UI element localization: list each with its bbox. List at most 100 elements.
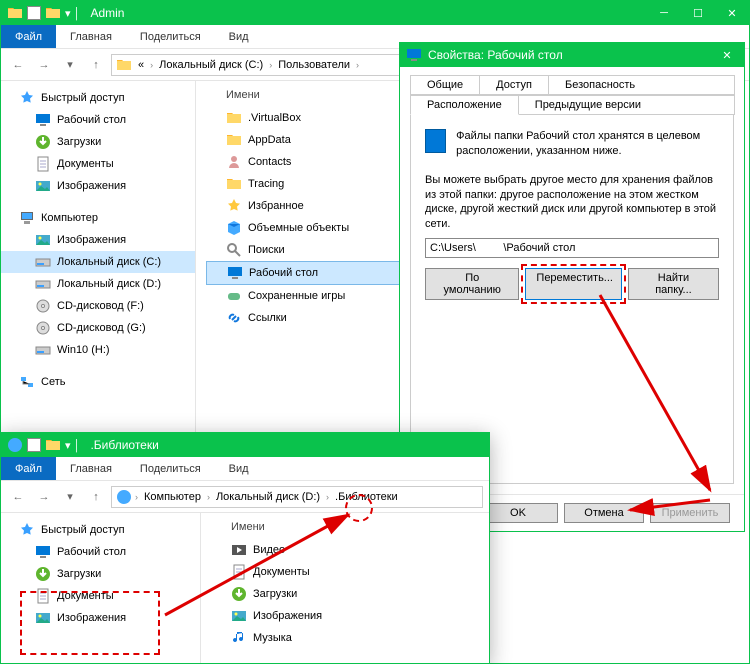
close-button[interactable]: ✕ (710, 43, 744, 67)
label: Tracing (248, 178, 284, 190)
ribbon-tab-share[interactable]: Поделиться (126, 457, 215, 480)
label: Рабочий стол (249, 267, 318, 279)
chevron-right-icon[interactable]: › (356, 60, 359, 70)
sidebar-item-drive-h[interactable]: Win10 (H:) (1, 339, 195, 361)
qat-checkbox-icon[interactable]: ✓ (27, 438, 41, 452)
folder-item[interactable]: Документы (211, 561, 479, 583)
chevron-right-icon[interactable]: › (150, 60, 153, 70)
nav-history-button[interactable]: ▾ (59, 54, 81, 76)
ribbon-tab-home[interactable]: Главная (56, 25, 126, 48)
tab-security[interactable]: Безопасность (548, 75, 735, 95)
desktop-icon (35, 544, 51, 560)
nav-up-button[interactable]: ↑ (85, 486, 107, 508)
qat-folder-icon[interactable] (45, 437, 61, 453)
ribbon-tab-view[interactable]: Вид (215, 457, 263, 480)
sidebar-item-pictures[interactable]: Изображения (1, 607, 200, 629)
drive-icon (35, 276, 51, 292)
folder-item[interactable]: Видео (211, 539, 479, 561)
cancel-button[interactable]: Отмена (564, 503, 644, 523)
label: Win10 (H:) (57, 344, 110, 356)
desktop-large-icon (425, 129, 446, 153)
sidebar-network[interactable]: Сеть (1, 371, 195, 393)
sidebar-item-desktop[interactable]: Рабочий стол (1, 541, 200, 563)
chevron-right-icon[interactable]: › (135, 492, 138, 502)
sidebar-item-downloads[interactable]: Загрузки (1, 131, 195, 153)
nav-history-button[interactable]: ▾ (59, 486, 81, 508)
chevron-right-icon[interactable]: › (269, 60, 272, 70)
address-bar[interactable]: › Компьютер › Локальный диск (D:) › .Биб… (111, 486, 483, 508)
folder-item[interactable]: Изображения (211, 605, 479, 627)
crumb[interactable]: « (135, 57, 147, 73)
qat-checkbox-icon[interactable]: ✓ (27, 6, 41, 20)
crumb[interactable]: Пользователи (275, 57, 353, 73)
location-description-1: Файлы папки Рабочий стол хранятся в целе… (456, 129, 719, 159)
ribbon-tab-file[interactable]: Файл (1, 25, 56, 48)
find-folder-button[interactable]: Найти папку... (628, 268, 719, 300)
tab-prev-versions[interactable]: Предыдущие версии (518, 95, 735, 115)
sidebar-item-documents[interactable]: Документы (1, 153, 195, 175)
restore-default-button[interactable]: По умолчанию (425, 268, 519, 300)
dialog-title: Свойства: Рабочий стол (428, 48, 563, 62)
sidebar-item-cd-f[interactable]: CD-дисковод (F:) (1, 295, 195, 317)
folder-item[interactable]: Загрузки (211, 583, 479, 605)
maximize-button[interactable]: ☐ (681, 1, 715, 25)
nav-back-button[interactable]: ← (7, 486, 29, 508)
crumb[interactable]: Локальный диск (D:) (213, 489, 323, 505)
sidebar-quick-access[interactable]: Быстрый доступ (1, 87, 195, 109)
document-icon (231, 564, 247, 580)
label: Быстрый доступ (41, 524, 125, 536)
drive-icon (35, 342, 51, 358)
sidebar-item-drive-c[interactable]: Локальный диск (C:) (1, 251, 195, 273)
sidebar-item-documents[interactable]: Документы (1, 585, 200, 607)
sidebar-item-drive-d[interactable]: Локальный диск (D:) (1, 273, 195, 295)
nav-tree: Быстрый доступ Рабочий стол Загрузки Док… (1, 513, 201, 663)
label: Изображения (57, 234, 126, 246)
sidebar-item-pictures[interactable]: Изображения (1, 175, 195, 197)
crumb[interactable]: .Библиотеки (332, 489, 401, 505)
star-icon (19, 90, 35, 106)
ok-button[interactable]: OK (478, 503, 558, 523)
ribbon-tab-file[interactable]: Файл (1, 457, 56, 480)
sidebar-item-pictures[interactable]: Изображения (1, 229, 195, 251)
nav-forward-button[interactable]: → (33, 54, 55, 76)
nav-up-button[interactable]: ↑ (85, 54, 107, 76)
label: CD-дисковод (G:) (57, 322, 146, 334)
tab-row-2: Расположение Предыдущие версии (400, 95, 744, 115)
sidebar-item-cd-g[interactable]: CD-дисковод (G:) (1, 317, 195, 339)
download-icon (231, 586, 247, 602)
apply-button[interactable]: Применить (650, 503, 730, 523)
location-path-input[interactable] (425, 238, 719, 258)
sidebar-computer[interactable]: Компьютер (1, 207, 195, 229)
picture-icon (231, 608, 247, 624)
label: Компьютер (41, 212, 98, 224)
nav-forward-button[interactable]: → (33, 486, 55, 508)
app-icon (7, 5, 23, 21)
chevron-right-icon[interactable]: › (326, 492, 329, 502)
label: Загрузки (57, 136, 101, 148)
move-button[interactable]: Переместить... (525, 268, 622, 300)
location-icon (116, 489, 132, 505)
nav-back-button[interactable]: ← (7, 54, 29, 76)
ribbon-tab-view[interactable]: Вид (215, 25, 263, 48)
label: Ссылки (248, 312, 287, 324)
qat-folder-icon[interactable] (45, 5, 61, 21)
ribbon-tab-share[interactable]: Поделиться (126, 25, 215, 48)
close-button[interactable]: ✕ (715, 1, 749, 25)
cd-icon (35, 298, 51, 314)
sidebar-quick-access[interactable]: Быстрый доступ (1, 519, 200, 541)
folder-item[interactable]: Музыка (211, 627, 479, 649)
column-header-name[interactable]: Имени (231, 521, 479, 533)
search-icon (226, 242, 242, 258)
location-icon (116, 57, 132, 73)
chevron-right-icon[interactable]: › (207, 492, 210, 502)
crumb[interactable]: Компьютер (141, 489, 204, 505)
sidebar-item-desktop[interactable]: Рабочий стол (1, 109, 195, 131)
ribbon-tab-home[interactable]: Главная (56, 457, 126, 480)
crumb[interactable]: Локальный диск (C:) (156, 57, 266, 73)
tab-general[interactable]: Общие (410, 75, 480, 95)
minimize-button[interactable]: ─ (647, 1, 681, 25)
tab-location[interactable]: Расположение (410, 95, 519, 115)
sidebar-item-downloads[interactable]: Загрузки (1, 563, 200, 585)
desktop-icon (35, 112, 51, 128)
tab-access[interactable]: Доступ (479, 75, 549, 95)
